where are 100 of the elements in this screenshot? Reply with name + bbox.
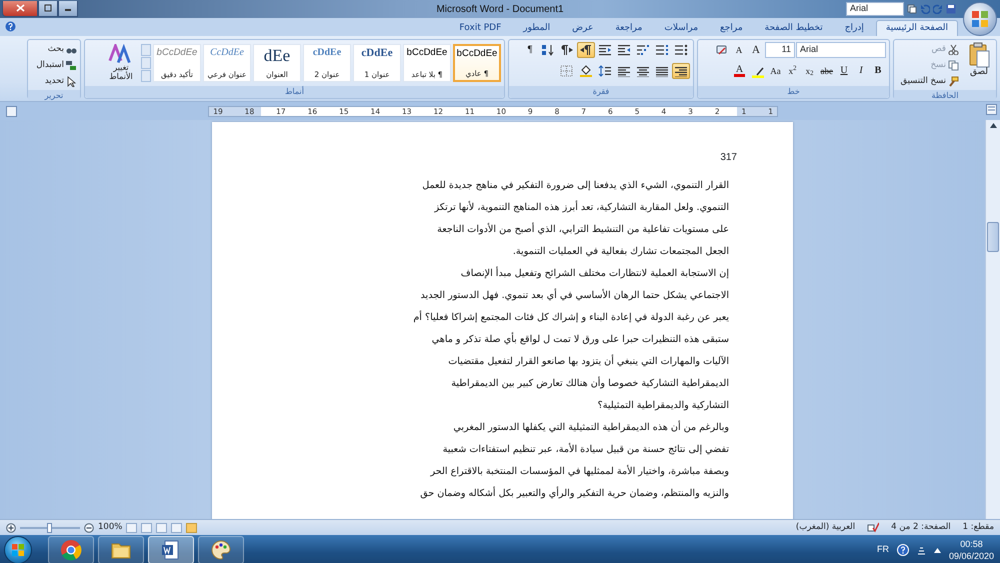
zoom-out-icon [84, 522, 94, 532]
grow-font-button[interactable]: A [748, 42, 764, 58]
format-painter-button[interactable]: نسخ التنسيق [897, 74, 959, 88]
ribbon-tab[interactable]: مراجعة [605, 20, 652, 36]
save-icon [946, 4, 956, 14]
align-right-icon [674, 65, 688, 77]
justify-icon [655, 65, 669, 77]
text-line: يعبر عن رغبة الدولة في إعادة البناء و إشراك كل فئات المجتمع إشراكا فعليا؟ أم [413, 312, 729, 323]
taskbar-app-button[interactable] [48, 536, 94, 563]
text-line: والنزيه والمنتظم، وضمان حرية التفكير والرأي والتعبير بكل أشكاله وضمان حق [420, 488, 729, 499]
text-line: التنموي. ولعل المقاربة التشاركية، تعد أبرز هذه المناهج التنموية، لأنها ترتكز [434, 202, 729, 213]
paintbrush-icon [948, 76, 959, 86]
line-spacing-button[interactable] [596, 63, 614, 79]
change-styles-button[interactable]: تغيير الأنماط [103, 44, 139, 82]
taskbar-app-button[interactable] [198, 536, 244, 563]
replace-button[interactable]: استبدال [31, 58, 77, 72]
help-icon [5, 21, 16, 32]
indent-increase-button[interactable] [596, 42, 614, 58]
multilevel-list-icon [636, 44, 650, 56]
zoom-level[interactable]: 100% [98, 521, 122, 534]
indent-decrease-button[interactable] [615, 42, 633, 58]
minimize-button[interactable] [58, 0, 78, 16]
text-line: وبصفة مباشرة، واختيار الأمة لممثليها في المؤسسات المنتخبة بالاقتراع الحر [430, 466, 729, 477]
office-logo-icon [971, 10, 989, 28]
text-line: إن الاستجابة العملية لانتظارات مختلف الشرائح وتفعيل مبدأ الإنصاف [460, 268, 729, 279]
underline-button[interactable]: U [836, 63, 852, 79]
text-line: تفضي إلى نتائج حسنة من قبيل سيادة الأمة، عبر تنظيم استفتاءات شعبية [442, 444, 729, 455]
ribbon-tab[interactable]: تخطيط الصفحة [754, 20, 833, 36]
up-arrow-icon [990, 122, 996, 128]
up-arrow-icon [934, 548, 941, 552]
text-line: ستبقى هذه التنظيرات حبرا على ورق لا تمت ل لواقع بأي صلة تذكر و ماهي [432, 334, 729, 345]
zoom-in-icon [6, 522, 16, 532]
start-button[interactable] [4, 536, 32, 563]
status-text: الصفحة: 2 من 4 [891, 521, 951, 534]
clipboard-icon [968, 42, 990, 68]
taskbar-app-button[interactable] [148, 536, 194, 563]
font-color-button[interactable]: A [732, 63, 748, 79]
scrollbar-thumb[interactable] [987, 222, 999, 252]
close-icon [16, 4, 24, 12]
shading-button[interactable] [577, 63, 595, 79]
case-button[interactable]: Aa [768, 63, 784, 79]
align-right-button[interactable] [672, 63, 690, 79]
indent-icon [617, 44, 631, 56]
text-line: الديمقراطية التشاركية خصوصا وأن هنالك تعارض كبير بين الديمقراطية [451, 378, 729, 389]
text-line: الجعل المجتمعات تشارك بفعالية في العمليات التنموية. [512, 246, 729, 257]
eraser-icon [715, 44, 728, 56]
text-line: على مستويات تفاعلية من التنشيط الترابي، الذي أصبح من الأدوات الناجعة [437, 224, 729, 235]
numbered-list-icon [655, 44, 669, 56]
copy-icon [907, 4, 917, 14]
indent-icon [598, 44, 612, 56]
bullets-button[interactable] [672, 42, 690, 58]
close-button[interactable] [2, 0, 38, 16]
find-button[interactable]: بحث [31, 42, 77, 56]
ribbon-tab[interactable]: مراجع [710, 20, 753, 36]
font-field[interactable]: Arial [796, 42, 886, 58]
superscript-button[interactable]: x$^{2}$ [784, 63, 800, 79]
select-button[interactable]: تحديد [31, 74, 77, 88]
numbering-button[interactable] [653, 42, 671, 58]
multilevel-button[interactable] [634, 42, 652, 58]
ribbon-tab[interactable]: مراسلات [654, 20, 708, 36]
ribbon-tab[interactable]: المطور [513, 20, 560, 36]
group-label: تحرير [28, 90, 80, 101]
paste-button[interactable]: لصق [965, 42, 993, 88]
text-line: الآليات والمهارات التي ينبغي أن يتزود بها صانعو القرار لتفعيل مقتضيات [448, 356, 729, 367]
align-left-icon [617, 65, 631, 77]
ribbon-tab[interactable]: Foxit PDF [449, 20, 512, 36]
tab-selector-button[interactable] [6, 106, 17, 116]
font-name-field[interactable]: Arial [846, 2, 904, 16]
page-number: 317 [720, 152, 737, 163]
clock-time[interactable]: 00:58 [948, 538, 994, 550]
redo-icon [933, 4, 943, 14]
scissors-icon [948, 44, 959, 54]
ribbon-tab[interactable]: الصفحة الرئيسية [876, 20, 958, 36]
palette-icon [210, 539, 232, 561]
restore-icon [44, 4, 52, 12]
ribbon-tab[interactable]: عرض [562, 20, 604, 36]
strike-button[interactable]: abe [818, 63, 835, 79]
marks-button[interactable]: ¶ [522, 42, 538, 58]
rtl-button[interactable] [577, 42, 595, 58]
group-label: خط [698, 86, 889, 98]
office-button[interactable] [963, 2, 997, 36]
font-size-field[interactable]: 11 [765, 42, 795, 58]
taskbar-app-button[interactable] [98, 536, 144, 563]
align-center-icon [636, 65, 650, 77]
text-line: وبالرغم من أن هذه الديمقراطية التمثيلية التي يكفلها الدستور المغربي [453, 422, 729, 433]
windows-logo-icon [11, 543, 25, 557]
paint-bucket-icon [579, 65, 593, 77]
language-indicator[interactable]: FR [876, 543, 889, 557]
clock-date[interactable]: 09/06/2020 [948, 550, 994, 562]
sort-icon [541, 44, 555, 56]
bold-button[interactable]: B [870, 63, 886, 79]
highlighter-icon [750, 64, 764, 78]
shrink-font-button[interactable]: A [731, 42, 747, 58]
ribbon-tab[interactable]: إدراج [834, 20, 874, 36]
slider-thumb[interactable] [47, 522, 52, 532]
subscript-button[interactable]: x$_{2}$ [802, 63, 818, 79]
group-label: أنماط [85, 86, 504, 98]
copy-icon [948, 60, 959, 70]
maximize-button[interactable] [38, 0, 58, 16]
italic-button[interactable]: I [853, 63, 869, 79]
